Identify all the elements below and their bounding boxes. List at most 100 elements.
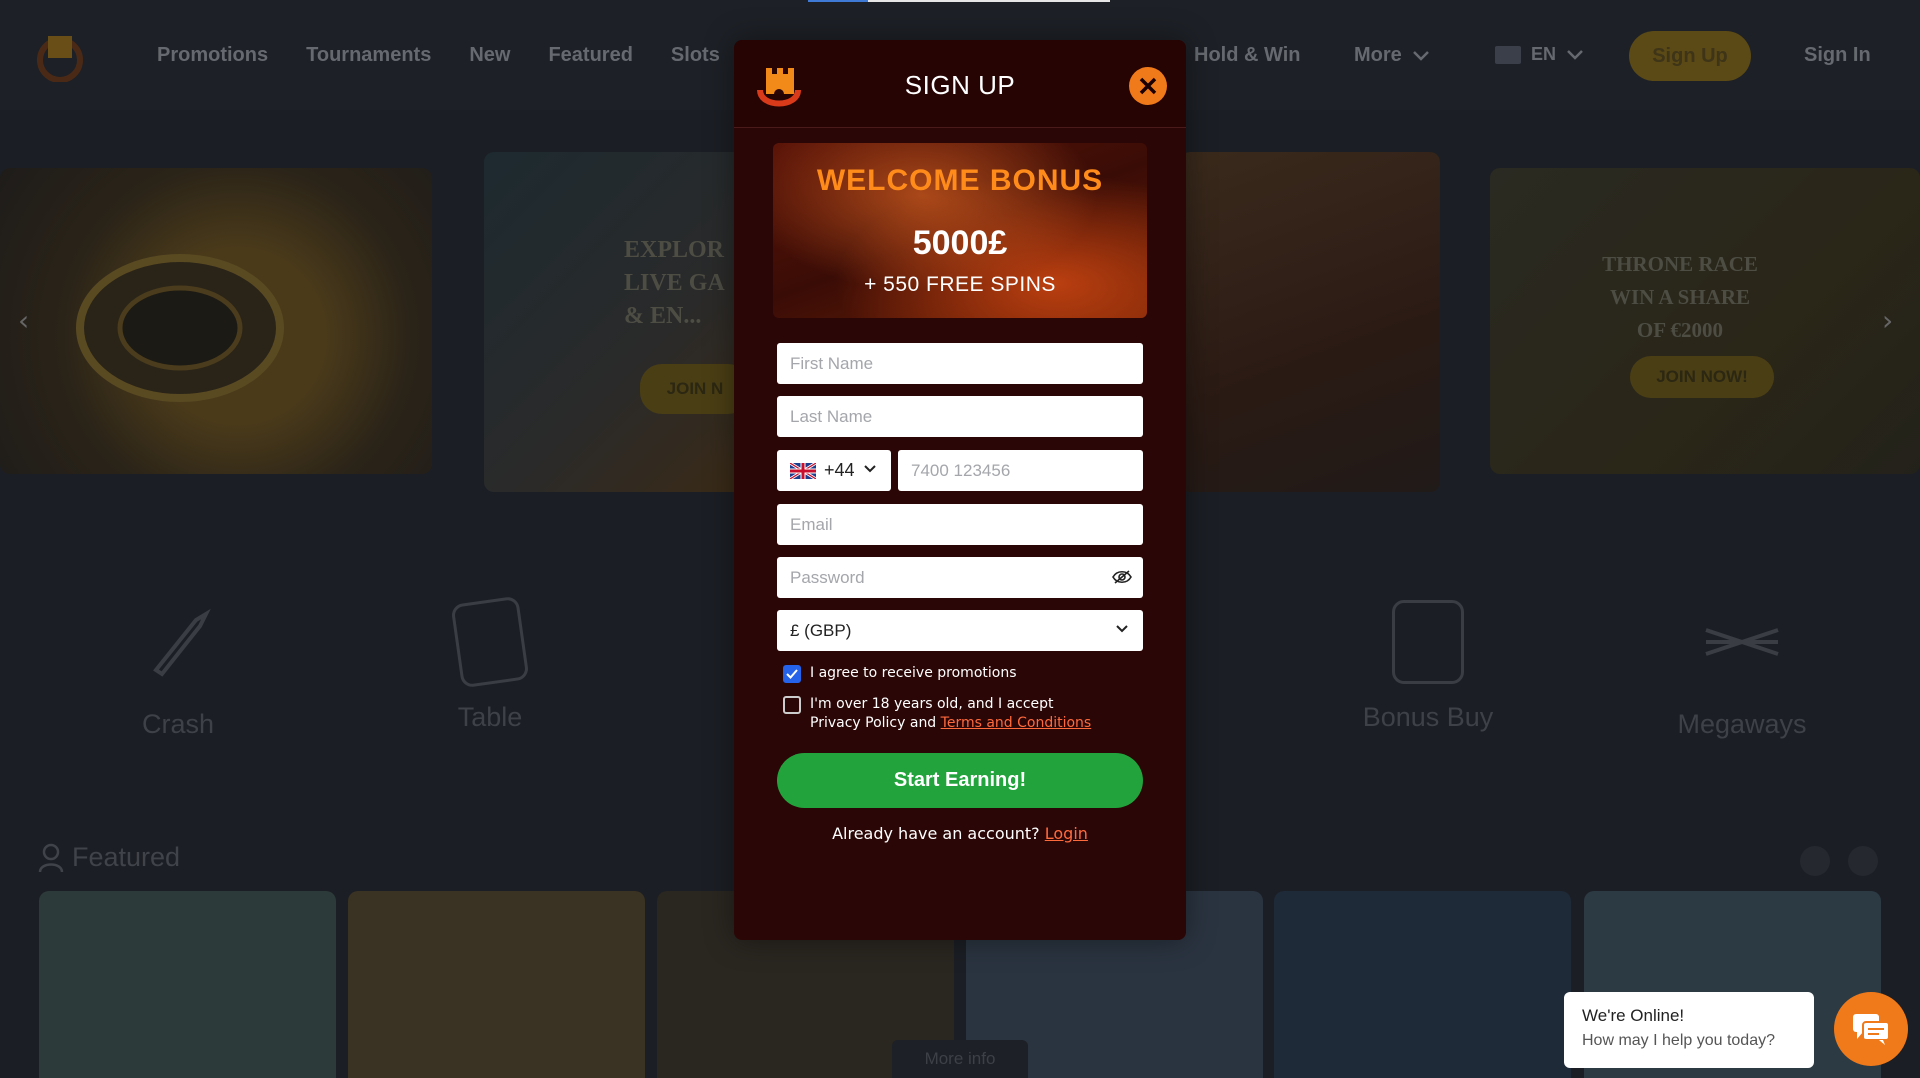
banner-join-button[interactable]: JOIN N <box>640 364 744 414</box>
banner-live-games[interactable]: EXPLOR LIVE GA & EN... JOIN N <box>484 152 744 492</box>
category-table[interactable]: Table <box>440 595 540 733</box>
phone-code-display: +44 <box>790 460 855 481</box>
promotions-checkbox[interactable] <box>783 665 801 683</box>
site-logo-icon[interactable] <box>34 30 86 82</box>
banner-line: THRONE RACE <box>1602 252 1758 276</box>
modal-title: SIGN UP <box>904 70 1016 100</box>
header-signin-link[interactable]: Sign In <box>1804 44 1871 67</box>
already-have-account-text: Already have an account? <box>832 824 1045 843</box>
banner-line: OF €2000 <box>1636 318 1724 342</box>
more-info-button[interactable]: More info <box>892 1040 1028 1078</box>
signup-modal: SIGN UP WELCOME BONUS 5000£ + 550 FREE S… <box>734 40 1186 940</box>
welcome-bonus-banner: WELCOME BONUS 5000£ + 550 FREE SPINS <box>773 143 1147 318</box>
first-name-field[interactable]: First Name <box>777 343 1143 384</box>
phone-country-select[interactable]: +44 <box>777 450 891 491</box>
age-terms-consent-row: I'm over 18 years old, and I accept Priv… <box>783 695 1091 733</box>
nav-tournaments[interactable]: Tournaments <box>306 44 431 67</box>
cards-icon <box>450 595 530 689</box>
banner-live-games-text: EXPLOR LIVE GA & EN... <box>624 234 744 333</box>
phone-number-field[interactable]: 7400 123456 <box>898 450 1143 491</box>
nav-slots[interactable]: Slots <box>671 44 720 67</box>
game-tile[interactable] <box>39 891 336 1078</box>
terms-link[interactable]: Terms and Conditions <box>941 715 1092 731</box>
chat-popup[interactable]: We're Online! How may I help you today? <box>1564 992 1814 1068</box>
nav-more-label: More <box>1354 44 1402 66</box>
phone-code-label: +44 <box>824 460 855 480</box>
banner-line: EXPLOR <box>624 237 725 263</box>
eye-slash-icon[interactable] <box>1112 569 1132 585</box>
promotions-consent-row: I agree to receive promotions <box>783 664 1017 683</box>
loading-progress-bar <box>808 0 1110 2</box>
language-label: EN <box>1531 44 1557 64</box>
banner-queen[interactable] <box>1180 152 1440 492</box>
uk-flag-icon <box>1495 45 1521 64</box>
chevron-down-icon <box>1412 50 1429 61</box>
close-modal-button[interactable] <box>1129 67 1167 105</box>
promotions-label: I agree to receive promotions <box>810 665 1017 681</box>
password-placeholder: Password <box>790 567 865 587</box>
age-label-line1: I'm over 18 years old, and I accept <box>810 696 1054 712</box>
megaways-icon <box>1705 628 1779 656</box>
carousel-next-icon[interactable]: › <box>1882 304 1893 337</box>
banner-join-now-button[interactable]: JOIN NOW! <box>1630 356 1774 398</box>
password-field[interactable]: Password <box>777 557 1143 598</box>
chat-bubbles-icon <box>1853 1014 1890 1045</box>
carousel-prev-icon[interactable]: ‹ <box>18 304 29 337</box>
chevron-down-icon <box>1567 49 1583 60</box>
currency-select[interactable]: £ (GBP) <box>777 610 1143 651</box>
gift-dollar-icon <box>1392 600 1464 684</box>
category-bonus-buy-label: Bonus Buy <box>1362 702 1494 732</box>
chat-title: We're Online! <box>1582 1006 1685 1025</box>
age-terms-checkbox[interactable] <box>783 696 801 714</box>
checkmark-icon <box>786 669 798 679</box>
nav-more[interactable]: More <box>1354 44 1430 67</box>
roulette-wheel-image <box>76 254 284 402</box>
nav-featured[interactable]: Featured <box>548 44 632 67</box>
featured-title-text: Featured <box>72 842 181 872</box>
start-earning-button[interactable]: Start Earning! <box>777 753 1143 808</box>
login-link[interactable]: Login <box>1045 824 1088 843</box>
game-tile[interactable] <box>348 891 645 1078</box>
chevron-down-icon <box>864 465 876 473</box>
age-label-line2: Privacy Policy and Terms and Conditions <box>810 714 1091 733</box>
category-crash-label: Crash <box>141 709 215 739</box>
header-signup-button[interactable]: Sign Up <box>1629 31 1751 81</box>
user-icon <box>38 843 64 872</box>
age-terms-label: I'm over 18 years old, and I accept Priv… <box>810 695 1091 733</box>
category-bonus-buy[interactable]: Bonus Buy <box>1358 600 1498 733</box>
banner-line: WIN A SHARE <box>1609 285 1751 309</box>
category-megaways-label: Megaways <box>1677 709 1807 739</box>
uk-flag-icon <box>790 462 816 479</box>
email-field[interactable]: Email <box>777 504 1143 545</box>
featured-prev-button[interactable] <box>1800 846 1830 876</box>
rocket-icon <box>153 608 211 677</box>
featured-section-title: Featured <box>38 842 180 873</box>
banner-line: & EN... <box>624 303 702 329</box>
nav-new[interactable]: New <box>469 44 510 67</box>
chevron-down-icon <box>1116 625 1128 633</box>
category-crash[interactable]: Crash <box>128 600 228 740</box>
chat-button[interactable] <box>1834 992 1908 1066</box>
bonus-title: WELCOME BONUS <box>816 164 1104 197</box>
category-table-label: Table <box>457 702 523 732</box>
login-prompt: Already have an account? Login <box>734 824 1186 843</box>
nav-hold-and-win[interactable]: Hold & Win <box>1194 44 1300 67</box>
bonus-amount: 5000£ <box>912 224 1008 262</box>
bonus-spins: + 550 FREE SPINS <box>864 273 1056 296</box>
currency-value: £ (GBP) <box>790 620 852 640</box>
last-name-field[interactable]: Last Name <box>777 396 1143 437</box>
banner-line: LIVE GA <box>624 270 725 296</box>
nav-promotions[interactable]: Promotions <box>157 44 268 67</box>
privacy-policy-text: Privacy Policy and <box>810 715 941 731</box>
featured-next-button[interactable] <box>1848 846 1878 876</box>
category-megaways[interactable]: Megaways <box>1672 600 1812 740</box>
close-icon <box>1139 77 1157 95</box>
game-tile[interactable] <box>1274 891 1571 1078</box>
banner-roulette[interactable] <box>0 168 432 474</box>
language-selector[interactable]: EN <box>1495 44 1584 65</box>
banner-throne-race[interactable]: THRONE RACE WIN A SHARE OF €2000 JOIN NO… <box>1490 168 1920 474</box>
banner-throne-race-text: THRONE RACE WIN A SHARE OF €2000 <box>1570 248 1790 347</box>
main-nav: Promotions Tournaments New Featured Slot… <box>157 44 720 67</box>
chat-subtitle: How may I help you today? <box>1582 1032 1775 1049</box>
modal-header: SIGN UP <box>734 40 1186 128</box>
